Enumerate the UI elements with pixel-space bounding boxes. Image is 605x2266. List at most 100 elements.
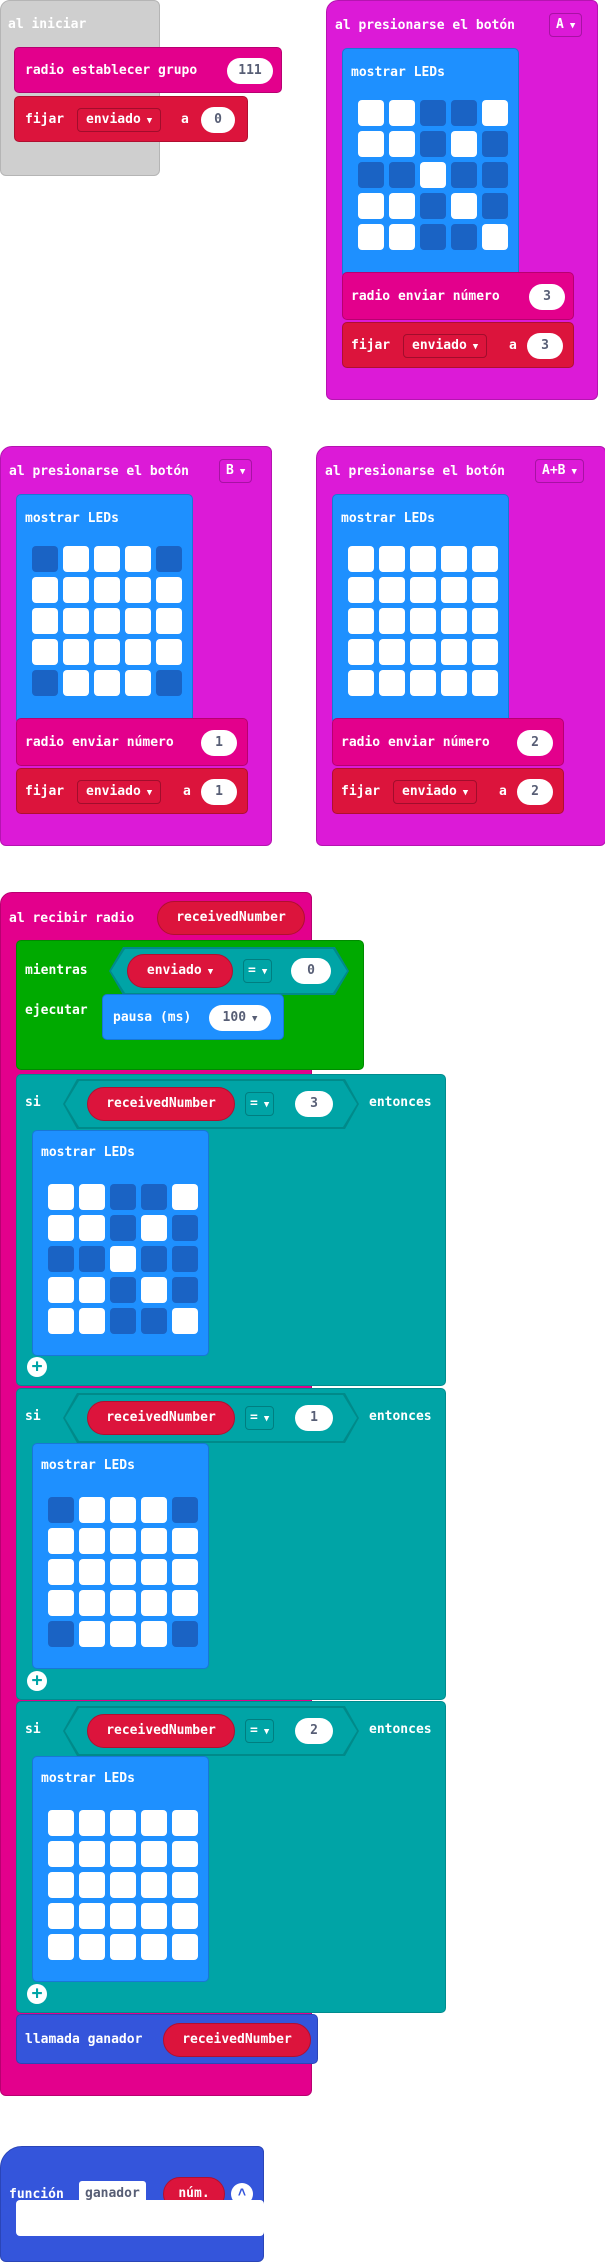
led-cell[interactable] (79, 1184, 105, 1210)
led-cell[interactable] (110, 1559, 136, 1585)
led-cell[interactable] (172, 1872, 198, 1898)
led-cell[interactable] (156, 670, 182, 696)
led-cell[interactable] (32, 608, 58, 634)
add-else-icon[interactable]: + (27, 1671, 47, 1691)
led-cell[interactable] (79, 1277, 105, 1303)
led-cell[interactable] (32, 670, 58, 696)
send-value-input[interactable]: 1 (201, 730, 237, 756)
led-cell[interactable] (379, 577, 405, 603)
send-value-input[interactable]: 2 (517, 730, 553, 756)
led-cell[interactable] (172, 1497, 198, 1523)
led-cell[interactable] (348, 670, 374, 696)
led-cell[interactable] (63, 639, 89, 665)
led-cell[interactable] (48, 1621, 74, 1647)
led-cell[interactable] (125, 577, 151, 603)
led-cell[interactable] (110, 1184, 136, 1210)
led-cell[interactable] (79, 1528, 105, 1554)
led-cell[interactable] (48, 1903, 74, 1929)
led-cell[interactable] (441, 608, 467, 634)
led-cell[interactable] (79, 1246, 105, 1272)
led-cell[interactable] (141, 1528, 167, 1554)
led-cell[interactable] (348, 608, 374, 634)
led-cell[interactable] (451, 100, 477, 126)
led-cell[interactable] (110, 1934, 136, 1960)
button-a-dropdown[interactable]: A ▼ (549, 13, 583, 37)
led-cell[interactable] (110, 1246, 136, 1272)
led-cell[interactable] (472, 670, 498, 696)
led-cell[interactable] (94, 639, 120, 665)
led-cell[interactable] (79, 1934, 105, 1960)
radio-send-number-block-b[interactable]: radio enviar número 1 (16, 718, 248, 766)
led-cell[interactable] (441, 546, 467, 572)
led-cell[interactable] (156, 577, 182, 603)
led-cell[interactable] (48, 1277, 74, 1303)
led-cell[interactable] (141, 1621, 167, 1647)
show-leds-block-ab[interactable]: mostrar LEDs (332, 494, 509, 724)
led-cell[interactable] (94, 577, 120, 603)
led-cell[interactable] (48, 1246, 74, 1272)
led-grid[interactable] (32, 546, 182, 696)
led-cell[interactable] (110, 1872, 136, 1898)
led-cell[interactable] (389, 193, 415, 219)
if-operator-dropdown[interactable]: = ▼ (245, 1719, 275, 1743)
led-cell[interactable] (141, 1277, 167, 1303)
led-cell[interactable] (172, 1903, 198, 1929)
if-variable-pill[interactable]: receivedNumber (87, 1087, 235, 1121)
while-value-input[interactable]: 0 (291, 958, 331, 984)
led-cell[interactable] (141, 1246, 167, 1272)
led-cell[interactable] (348, 639, 374, 665)
led-cell[interactable] (172, 1246, 198, 1272)
received-number-param[interactable]: receivedNumber (157, 901, 305, 935)
led-cell[interactable] (410, 639, 436, 665)
led-cell[interactable] (110, 1528, 136, 1554)
led-cell[interactable] (79, 1841, 105, 1867)
led-cell[interactable] (379, 670, 405, 696)
while-variable-dropdown[interactable]: enviado ▼ (127, 954, 233, 988)
led-cell[interactable] (125, 670, 151, 696)
radio-set-group-block[interactable]: radio establecer grupo 111 (14, 47, 282, 93)
set-variable-block[interactable]: fijar enviado ▼ a 0 (14, 96, 248, 142)
led-cell[interactable] (358, 100, 384, 126)
led-cell[interactable] (389, 131, 415, 157)
variable-dropdown[interactable]: enviado ▼ (393, 780, 478, 804)
group-value-input[interactable]: 111 (227, 58, 273, 84)
pause-block[interactable]: pausa (ms) 100 ▼ (102, 994, 284, 1040)
led-cell[interactable] (32, 577, 58, 603)
set-value-input[interactable]: 3 (527, 333, 563, 359)
led-cell[interactable] (156, 608, 182, 634)
led-cell[interactable] (172, 1184, 198, 1210)
led-cell[interactable] (141, 1810, 167, 1836)
led-cell[interactable] (410, 670, 436, 696)
if-value-input[interactable]: 3 (295, 1091, 333, 1117)
led-cell[interactable] (441, 577, 467, 603)
led-cell[interactable] (472, 577, 498, 603)
set-variable-block-b[interactable]: fijar enviado ▼ a 1 (16, 768, 248, 814)
if-value-input[interactable]: 1 (295, 1405, 333, 1431)
led-cell[interactable] (358, 131, 384, 157)
led-cell[interactable] (110, 1841, 136, 1867)
led-cell[interactable] (348, 546, 374, 572)
led-cell[interactable] (482, 193, 508, 219)
if-operator-dropdown[interactable]: = ▼ (245, 1092, 275, 1116)
led-cell[interactable] (172, 1810, 198, 1836)
led-cell[interactable] (141, 1559, 167, 1585)
led-cell[interactable] (48, 1184, 74, 1210)
led-cell[interactable] (451, 193, 477, 219)
led-cell[interactable] (79, 1590, 105, 1616)
led-cell[interactable] (79, 1810, 105, 1836)
led-cell[interactable] (63, 546, 89, 572)
send-value-input[interactable]: 3 (529, 284, 565, 310)
led-cell[interactable] (472, 608, 498, 634)
led-grid[interactable] (48, 1497, 198, 1647)
call-function-block[interactable]: llamada ganador receivedNumber (16, 2014, 318, 2064)
led-cell[interactable] (48, 1810, 74, 1836)
led-cell[interactable] (172, 1215, 198, 1241)
led-cell[interactable] (63, 608, 89, 634)
led-cell[interactable] (94, 608, 120, 634)
led-cell[interactable] (48, 1934, 74, 1960)
led-cell[interactable] (172, 1277, 198, 1303)
add-else-icon[interactable]: + (27, 1984, 47, 2004)
led-cell[interactable] (63, 670, 89, 696)
call-argument-pill[interactable]: receivedNumber (163, 2023, 311, 2057)
while-operator-dropdown[interactable]: = ▼ (243, 959, 273, 983)
